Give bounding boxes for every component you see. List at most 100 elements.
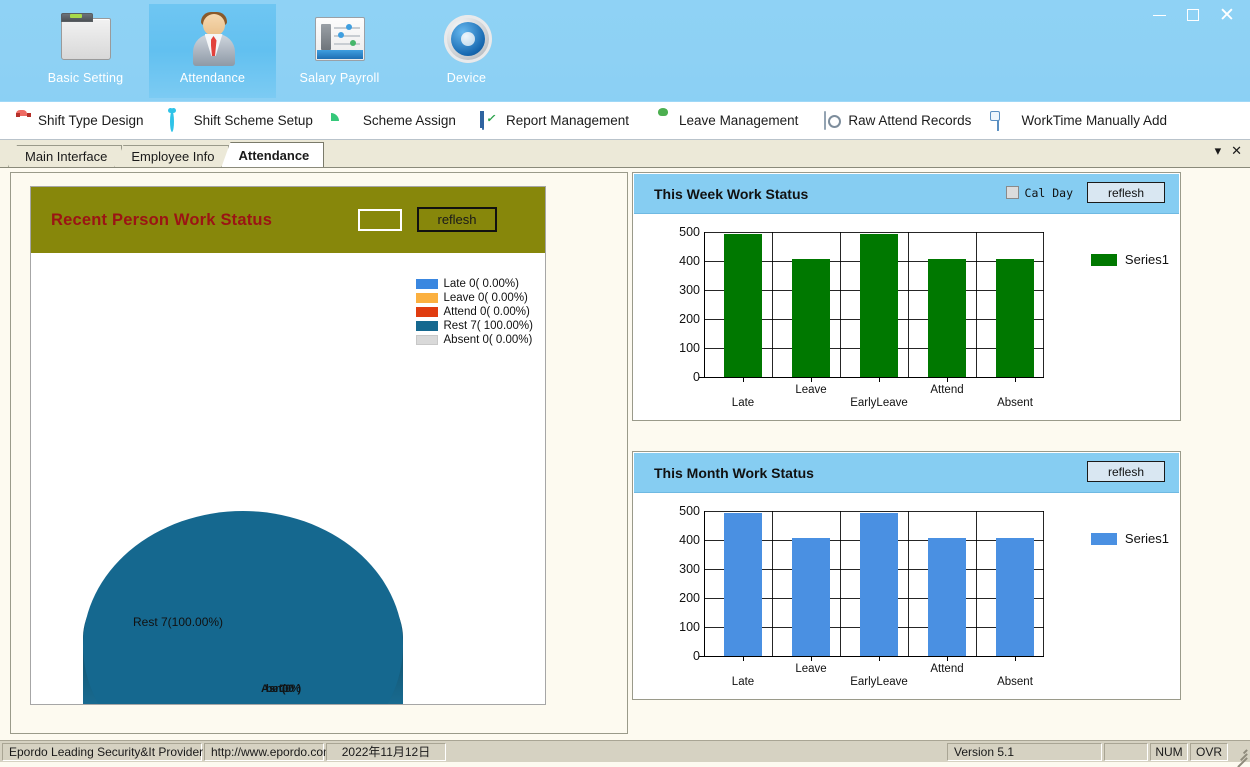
legend-swatch xyxy=(415,334,438,345)
tab-attendance[interactable]: Attendance xyxy=(221,142,325,167)
ribbon-tab-basic-setting[interactable]: Basic Setting xyxy=(22,4,149,98)
bar-absent xyxy=(996,259,1034,377)
legend-swatch xyxy=(1090,532,1117,545)
pie-slice-label-zero-overlap: Absent 0(0.00%) xyxy=(261,683,301,695)
close-button[interactable]: ✕ xyxy=(1210,1,1244,29)
cal-day-checkbox[interactable]: Cal Day xyxy=(1005,185,1073,200)
legend-swatch xyxy=(415,292,438,303)
x-tick-label: Leave xyxy=(795,663,827,675)
month-refresh-button[interactable]: reflesh xyxy=(1087,461,1165,482)
x-tick-label: Leave xyxy=(795,384,827,396)
worktime-add-icon xyxy=(997,111,1015,131)
tab-employee-info[interactable]: Employee Info xyxy=(114,145,230,167)
toolbar-item-label: Scheme Assign xyxy=(362,113,456,128)
this-month-work-status-card: This Month Work Status reflesh Series1 5… xyxy=(632,451,1181,700)
right-panel: This Week Work Status Cal Day reflesh Se… xyxy=(632,172,1182,734)
toolbar-item-scheme-assign[interactable]: Scheme Assign xyxy=(325,106,468,136)
month-card-body: Series1 500 400 300 200 100 0 Late Leave… xyxy=(634,493,1179,698)
y-tick-label: 200 xyxy=(679,312,700,326)
legend-label: Late 0( 0.00%) xyxy=(443,277,519,290)
maximize-button[interactable] xyxy=(1176,1,1210,29)
x-axis xyxy=(704,377,1044,379)
y-tick-label: 400 xyxy=(679,254,700,268)
alarm-clock-icon xyxy=(169,110,188,132)
toolbar-item-report-management[interactable]: Report Management xyxy=(468,106,641,136)
module-toolbar: Shift Type Design Shift Scheme Setup Sch… xyxy=(0,102,1250,140)
toolbar-item-leave-management[interactable]: Leave Management xyxy=(641,106,810,136)
week-bar-chart: 500 400 300 200 100 0 Late Leave EarlyLe… xyxy=(656,225,1076,409)
tab-label: Employee Info xyxy=(131,149,215,164)
pie-legend-item: Rest 7( 100.00%) xyxy=(415,319,534,332)
toolbar-item-raw-attend-records[interactable]: Raw Attend Records xyxy=(810,106,983,136)
pie-legend-item: Attend 0( 0.00%) xyxy=(415,305,534,318)
left-panel: Recent Person Work Status reflesh Late 0… xyxy=(10,172,628,734)
toolbar-item-shift-type-design[interactable]: Shift Type Design xyxy=(0,106,156,136)
pie-chart-icon xyxy=(339,112,357,130)
ribbon-tab-label: Device xyxy=(446,71,487,85)
pie-chart: Rest 7(100.00%) Absent 0(0.00%) xyxy=(83,511,403,704)
tab-close-icon[interactable]: ✕ xyxy=(1231,144,1242,157)
cal-day-label: Cal Day xyxy=(1024,185,1073,200)
ribbon-bar: ✕ Basic Setting Attendance Salary Payrol… xyxy=(0,0,1250,102)
x-tick-label: Absent xyxy=(997,397,1033,409)
week-refresh-button[interactable]: reflesh xyxy=(1087,182,1165,203)
window-controls: ✕ xyxy=(1142,0,1244,30)
week-plot-area: 500 400 300 200 100 0 Late Leave EarlyLe… xyxy=(679,225,1044,409)
ribbon-tab-label: Salary Payroll xyxy=(299,71,380,85)
pie-refresh-button[interactable]: reflesh xyxy=(417,207,497,232)
week-card-header: This Week Work Status Cal Day reflesh xyxy=(634,174,1179,214)
legend-swatch xyxy=(1090,253,1117,266)
x-tick-label: Absent xyxy=(997,676,1033,688)
pie-legend: Late 0( 0.00%) Leave 0( 0.00%) Attend 0(… xyxy=(415,277,534,347)
minimize-button[interactable] xyxy=(1142,1,1176,29)
maximize-icon xyxy=(1187,9,1199,21)
ribbon-tab-device[interactable]: Device xyxy=(403,4,530,98)
status-spacer xyxy=(448,743,945,761)
month-card-controls: reflesh xyxy=(1087,461,1165,482)
checkbox-box xyxy=(1005,186,1019,199)
bar-earlyleave xyxy=(860,234,898,377)
legend-label: Rest 7( 100.00%) xyxy=(443,319,534,332)
x-tick-label: EarlyLeave xyxy=(850,397,908,409)
tab-main-interface[interactable]: Main Interface xyxy=(8,145,123,167)
tab-list-dropdown-icon[interactable]: ▾ xyxy=(1215,144,1222,157)
legend-swatch xyxy=(415,306,438,317)
document-tabs: Main Interface Employee Info Attendance xyxy=(8,142,325,167)
status-bar: Epordo Leading Security&It Provider http… xyxy=(0,740,1250,767)
legend-label: Attend 0( 0.00%) xyxy=(443,305,530,318)
ribbon-tab-salary-payroll[interactable]: Salary Payroll xyxy=(276,4,403,98)
status-url[interactable]: http://www.epordo.com xyxy=(204,742,333,761)
x-axis xyxy=(704,656,1044,658)
pie-card-header: Recent Person Work Status reflesh xyxy=(31,187,545,253)
y-tick-label: 100 xyxy=(679,620,700,634)
y-tick-label: 200 xyxy=(679,591,700,605)
month-card-title: This Month Work Status xyxy=(654,464,814,481)
toolbar-item-label: Leave Management xyxy=(679,113,799,128)
month-chart-legend: Series1 xyxy=(1090,531,1169,546)
x-tick-label: Attend xyxy=(930,384,964,396)
toolbar-item-worktime-manually-add[interactable]: WorkTime Manually Add xyxy=(983,106,1179,136)
resize-grip-icon[interactable] xyxy=(1232,744,1248,767)
bar-attend xyxy=(928,259,966,377)
pie-legend-item: Absent 0( 0.00%) xyxy=(415,333,534,346)
document-tab-strip: Main Interface Employee Info Attendance … xyxy=(0,140,1250,168)
status-num-indicator: NUM xyxy=(1150,742,1188,761)
week-chart-legend: Series1 xyxy=(1090,252,1169,267)
legend-swatch xyxy=(415,278,438,289)
status-ovr-indicator: OVR xyxy=(1190,742,1228,761)
pie-legend-item: Leave 0( 0.00%) xyxy=(415,291,534,304)
toolbar-item-shift-scheme-setup[interactable]: Shift Scheme Setup xyxy=(156,106,325,136)
month-card-header: This Month Work Status reflesh xyxy=(634,453,1179,493)
records-icon xyxy=(824,110,842,130)
ribbon-tab-attendance[interactable]: Attendance xyxy=(149,4,276,98)
content-area: Recent Person Work Status reflesh Late 0… xyxy=(0,168,1250,740)
y-tick-label: 500 xyxy=(679,225,700,239)
toolbar-item-label: Shift Scheme Setup xyxy=(193,113,313,128)
report-book-icon xyxy=(481,110,500,130)
pie-filter-input[interactable] xyxy=(358,209,402,231)
close-icon: ✕ xyxy=(1219,4,1235,26)
this-week-work-status-card: This Week Work Status Cal Day reflesh Se… xyxy=(632,172,1181,421)
legend-label: Absent 0( 0.00%) xyxy=(443,333,533,346)
person-icon xyxy=(184,12,242,68)
bar-absent xyxy=(996,538,1034,656)
